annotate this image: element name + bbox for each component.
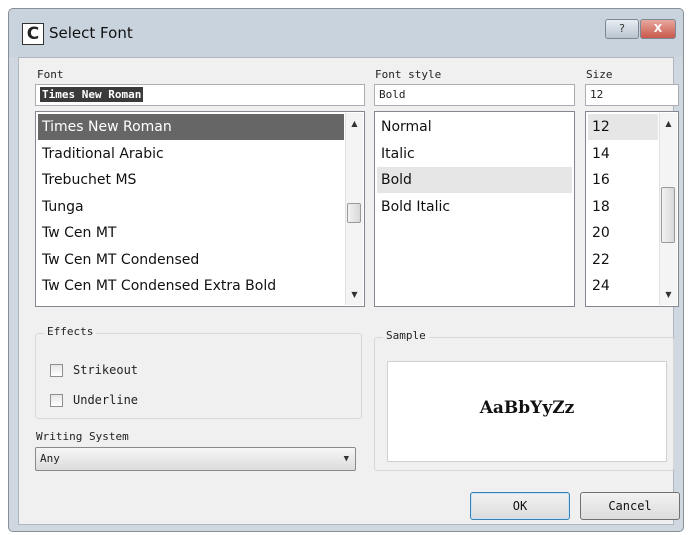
size-list-item[interactable]: 14 — [588, 141, 658, 167]
scroll-thumb[interactable] — [347, 203, 361, 223]
underline-label: Underline — [73, 393, 139, 407]
cancel-button[interactable]: Cancel — [580, 492, 680, 520]
font-style-list-item[interactable]: Bold — [377, 167, 572, 193]
scroll-down-icon[interactable]: ▼ — [346, 286, 363, 303]
dropdown-arrow-icon: ▼ — [343, 454, 349, 464]
strikeout-option[interactable]: Strikeout — [50, 362, 250, 380]
writing-system-value: Any — [40, 452, 60, 465]
dialog-body: Font Times New Roman Times New Roman Trad… — [18, 57, 680, 525]
scroll-thumb[interactable] — [661, 187, 675, 243]
dialog-title: Select Font — [49, 24, 133, 42]
size-list-item[interactable]: 18 — [588, 194, 658, 220]
size-list-item[interactable]: 12 — [588, 114, 658, 140]
select-font-dialog: C Select Font ? X Font Times New Roman T… — [8, 8, 684, 532]
font-list-item[interactable]: Traditional Arabic — [38, 141, 344, 167]
scroll-up-icon[interactable]: ▲ — [660, 115, 677, 132]
help-button[interactable]: ? — [605, 19, 639, 39]
underline-checkbox[interactable] — [50, 394, 63, 407]
font-list-item[interactable]: Tw Cen MT Condensed — [38, 247, 344, 273]
sample-title: Sample — [383, 329, 429, 342]
font-list-item[interactable]: Tunga — [38, 194, 344, 220]
font-name-input-text: Times New Roman — [40, 87, 144, 102]
strikeout-checkbox[interactable] — [50, 364, 63, 377]
font-list-scrollbar[interactable]: ▲ ▼ — [345, 113, 363, 305]
sample-text: AaBbYyZz — [479, 398, 575, 418]
underline-option[interactable]: Underline — [50, 392, 250, 410]
close-button[interactable]: X — [640, 19, 676, 39]
strikeout-label: Strikeout — [73, 363, 139, 377]
font-list[interactable]: Times New Roman Traditional Arabic Trebuch… — [35, 111, 365, 307]
size-list-item[interactable]: 16 — [588, 167, 658, 193]
effects-title: Effects — [44, 325, 97, 338]
size-input[interactable]: 12 — [585, 84, 679, 106]
font-list-item[interactable]: Trebuchet MS — [38, 167, 344, 193]
scroll-down-icon[interactable]: ▼ — [660, 286, 677, 303]
font-list-item[interactable]: Tw Cen MT — [38, 220, 344, 246]
size-label: Size — [586, 68, 613, 81]
font-style-label: Font style — [375, 68, 442, 81]
sample-group: Sample AaBbYyZz — [374, 329, 674, 471]
writing-system-label: Writing System — [36, 430, 129, 443]
font-style-list[interactable]: Normal Italic Bold Bold Italic — [374, 111, 575, 307]
font-style-list-item[interactable]: Bold Italic — [377, 194, 572, 220]
ok-button[interactable]: OK — [470, 492, 570, 520]
scroll-up-icon[interactable]: ▲ — [346, 115, 363, 132]
font-style-list-item[interactable]: Italic — [377, 141, 572, 167]
size-list-scrollbar[interactable]: ▲ ▼ — [659, 113, 677, 305]
effects-group: Effects Strikeout Underline — [35, 325, 362, 419]
font-list-item[interactable]: Times New Roman — [38, 114, 344, 140]
title-bar[interactable]: C Select Font ? X — [9, 9, 683, 57]
font-style-list-item[interactable]: Normal — [377, 114, 572, 140]
font-list-item[interactable]: Tw Cen MT Condensed Extra Bold — [38, 273, 344, 299]
size-list-item[interactable]: 22 — [588, 247, 658, 273]
font-style-input[interactable]: Bold — [374, 84, 575, 106]
app-icon: C — [22, 23, 44, 45]
font-name-input[interactable]: Times New Roman — [35, 84, 365, 106]
size-list[interactable]: 12 14 16 18 20 22 24 ▲ ▼ — [585, 111, 679, 307]
font-label: Font — [37, 68, 64, 81]
sample-preview: AaBbYyZz — [387, 361, 667, 462]
size-list-item[interactable]: 24 — [588, 273, 658, 299]
size-list-item[interactable]: 20 — [588, 220, 658, 246]
writing-system-select[interactable]: Any ▼ — [35, 447, 356, 471]
